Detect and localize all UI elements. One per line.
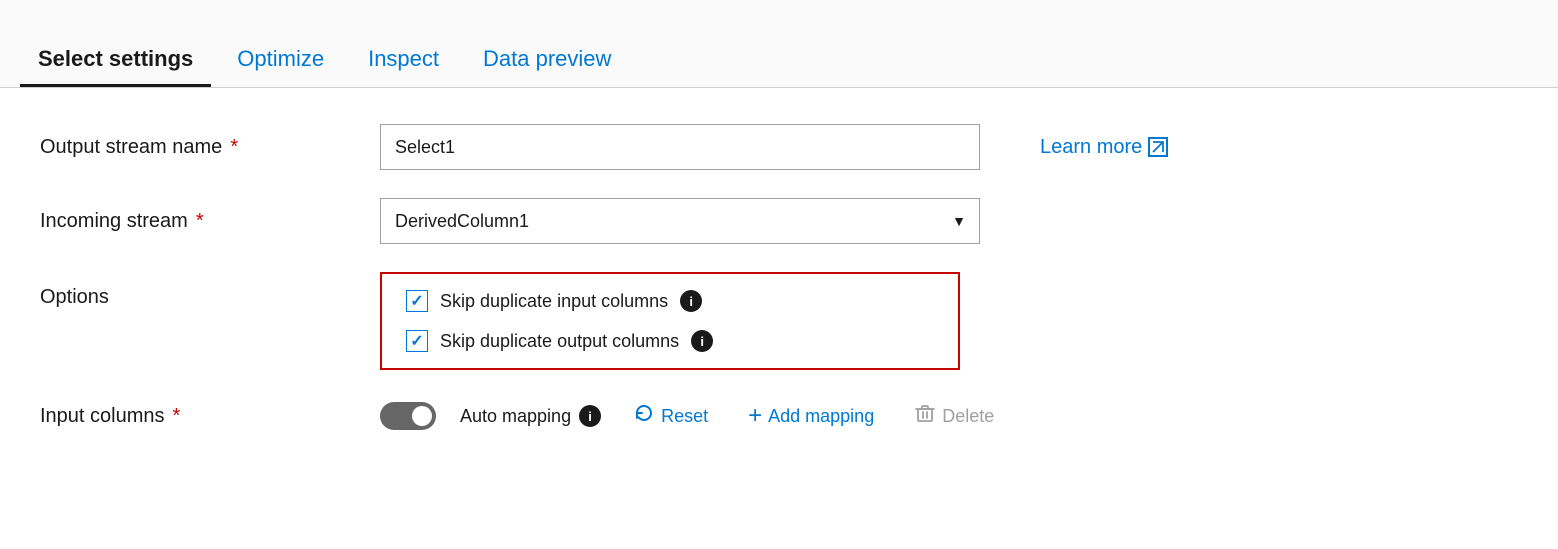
options-box: ✓ Skip duplicate input columns i ✓ Skip … [380, 272, 960, 370]
add-mapping-label: Add mapping [768, 406, 874, 427]
output-stream-name-row: Output stream name * Learn more [40, 124, 1518, 170]
skip-duplicate-output-info-icon[interactable]: i [691, 330, 713, 352]
delete-icon [914, 402, 936, 430]
input-columns-label: Input columns * [40, 405, 380, 428]
auto-mapping-info-icon[interactable]: i [579, 405, 601, 427]
incoming-stream-row: Incoming stream * DerivedColumn1 ▼ [40, 198, 1518, 244]
checkmark-input: ✓ [410, 291, 423, 311]
incoming-stream-select-wrapper: DerivedColumn1 ▼ [380, 198, 980, 244]
tab-bar: Select settings Optimize Inspect Data pr… [0, 0, 1558, 88]
external-link-icon [1148, 137, 1168, 157]
toggle-track [380, 402, 436, 430]
reset-icon [633, 402, 655, 430]
reset-button[interactable]: Reset [625, 398, 716, 434]
required-star-incoming: * [196, 210, 204, 233]
main-container: Select settings Optimize Inspect Data pr… [0, 0, 1558, 549]
skip-duplicate-output-checkbox[interactable]: ✓ [406, 330, 428, 352]
options-row: Options ✓ Skip duplicate input columns i… [40, 272, 1518, 370]
tab-optimize[interactable]: Optimize [219, 36, 342, 87]
options-label: Options [40, 272, 380, 309]
tab-select-settings[interactable]: Select settings [20, 36, 211, 87]
skip-duplicate-input-row: ✓ Skip duplicate input columns i [406, 290, 934, 312]
output-stream-name-input[interactable] [380, 124, 980, 170]
input-columns-row: Input columns * Auto mapping i [40, 398, 1518, 434]
skip-duplicate-input-info-icon[interactable]: i [680, 290, 702, 312]
tab-inspect[interactable]: Inspect [350, 36, 457, 87]
incoming-stream-select[interactable]: DerivedColumn1 [380, 198, 980, 244]
skip-duplicate-output-label: Skip duplicate output columns [440, 331, 679, 352]
skip-duplicate-input-label: Skip duplicate input columns [440, 291, 668, 312]
delete-label: Delete [942, 406, 994, 427]
reset-label: Reset [661, 406, 708, 427]
plus-icon: + [748, 402, 762, 430]
learn-more-label: Learn more [1040, 136, 1142, 159]
incoming-stream-label: Incoming stream * [40, 210, 380, 233]
auto-mapping-label: Auto mapping i [460, 405, 601, 427]
toggle-knob [412, 406, 432, 426]
tab-data-preview[interactable]: Data preview [465, 36, 629, 87]
checkmark-output: ✓ [410, 331, 423, 351]
output-stream-name-label: Output stream name * [40, 136, 380, 159]
required-star-output: * [230, 136, 238, 159]
content-area: Output stream name * Learn more Incoming… [0, 88, 1558, 549]
required-star-input-columns: * [173, 405, 181, 428]
add-mapping-button[interactable]: + Add mapping [740, 398, 882, 434]
learn-more-link[interactable]: Learn more [1040, 136, 1168, 159]
skip-duplicate-output-row: ✓ Skip duplicate output columns i [406, 330, 934, 352]
delete-button[interactable]: Delete [906, 398, 1002, 434]
skip-duplicate-input-checkbox[interactable]: ✓ [406, 290, 428, 312]
input-columns-controls: Auto mapping i Reset + Add m [380, 398, 1002, 434]
auto-mapping-toggle[interactable] [380, 402, 436, 430]
